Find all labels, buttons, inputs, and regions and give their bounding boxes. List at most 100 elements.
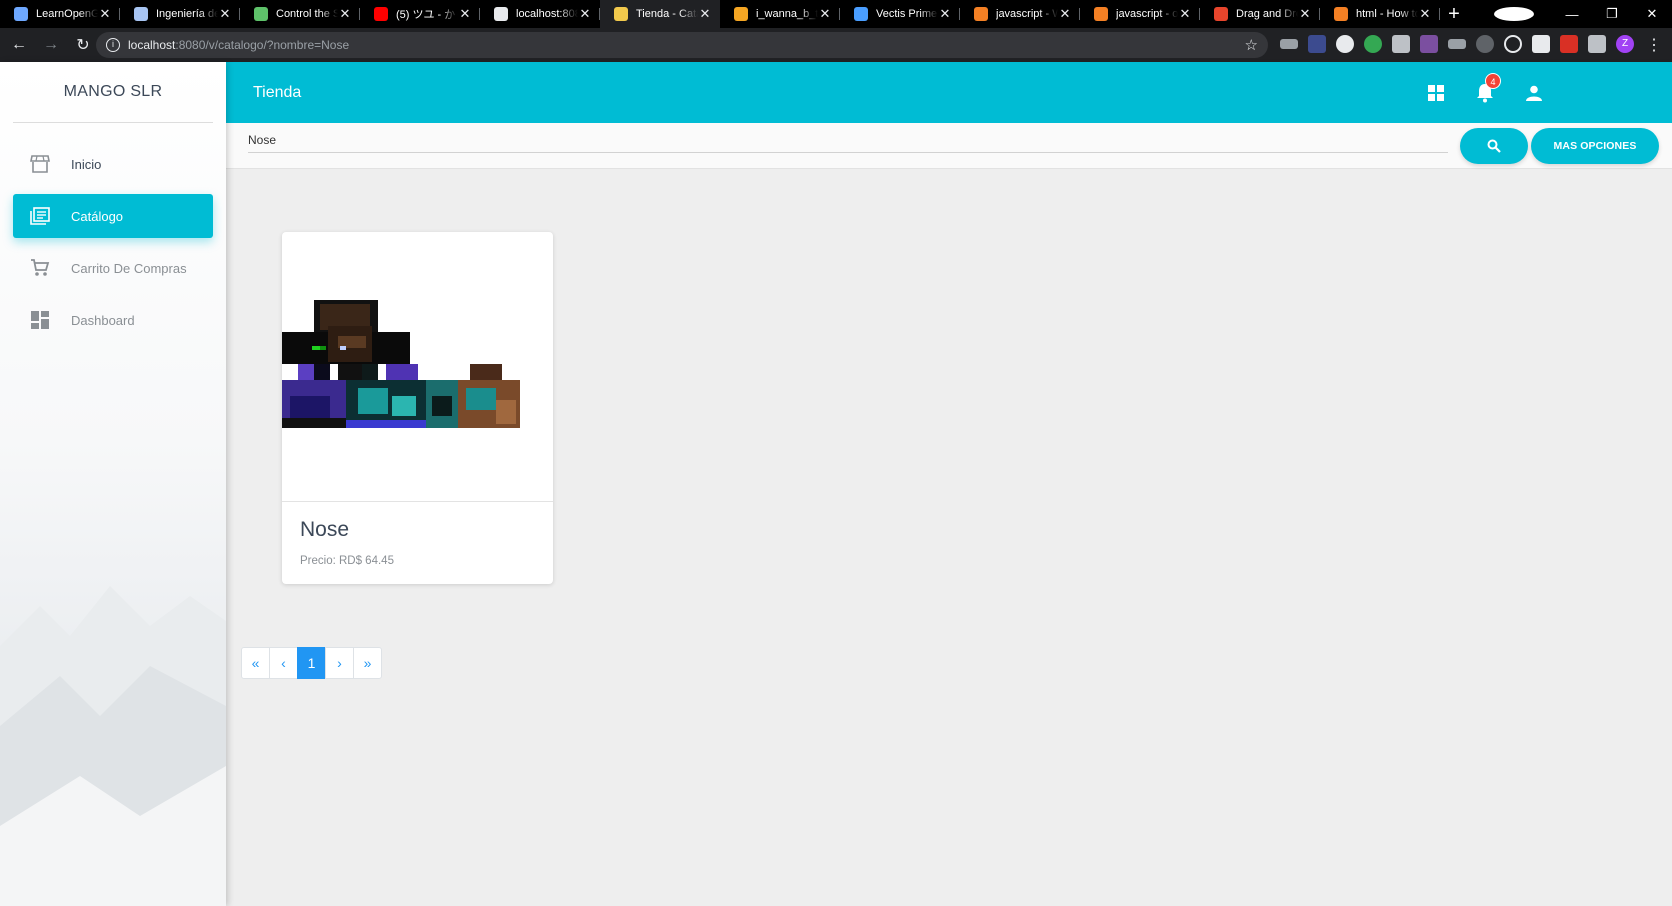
- notifications-bell-icon[interactable]: 4: [1473, 73, 1501, 105]
- camera-extension-icon[interactable]: [1392, 35, 1410, 53]
- tab-favicon-icon: [134, 7, 148, 21]
- pagination-prev-button[interactable]: ‹: [269, 647, 298, 679]
- tab-close-icon[interactable]: ✕: [98, 6, 112, 22]
- sidebar-item-cart[interactable]: Carrito De Compras: [13, 246, 213, 290]
- browser-tab[interactable]: Ingeniería de ✕: [120, 0, 240, 28]
- tab-search-icon[interactable]: [1494, 7, 1534, 21]
- restore-button[interactable]: ❐: [1592, 6, 1632, 22]
- user-account-icon[interactable]: [1522, 81, 1546, 105]
- tab-close-icon[interactable]: ✕: [458, 6, 472, 22]
- github-extension-icon[interactable]: [1504, 35, 1522, 53]
- extension-icon[interactable]: [1448, 39, 1466, 49]
- sidebar-item-store[interactable]: Inicio: [13, 142, 213, 186]
- browser-tab[interactable]: Control the Sc✕: [240, 0, 360, 28]
- tab-close-icon[interactable]: ✕: [1058, 6, 1072, 22]
- search-button[interactable]: [1460, 128, 1528, 164]
- browser-menu-icon[interactable]: ⋮: [1646, 35, 1662, 55]
- tab-favicon-icon: [854, 7, 868, 21]
- browser-tab[interactable]: Tienda - Catá ✕: [600, 0, 720, 28]
- browser-tab[interactable]: localhost:8080✕: [480, 0, 600, 28]
- browser-tab[interactable]: (5) ツユ - かくれ✕: [360, 0, 480, 28]
- address-bar-row: ← → ↻ i localhost:8080/v/catalogo/?nombr…: [0, 28, 1672, 62]
- extension-icon[interactable]: [1476, 35, 1494, 53]
- close-window-button[interactable]: ✕: [1632, 6, 1672, 22]
- new-tab-button[interactable]: +: [1440, 0, 1468, 28]
- store-icon: [29, 153, 51, 175]
- brand-logo[interactable]: MANGO SLR: [0, 62, 226, 122]
- apps-grid-icon[interactable]: [1424, 81, 1448, 105]
- browser-tab[interactable]: Vectis Prime E✕: [840, 0, 960, 28]
- extension-icon[interactable]: [1280, 39, 1298, 49]
- browser-tab[interactable]: javascript - o ✕: [1080, 0, 1200, 28]
- pagination-first-button[interactable]: «: [241, 647, 270, 679]
- pagination-next-button[interactable]: ›: [325, 647, 354, 679]
- browser-tab[interactable]: i_wanna_b_th ✕: [720, 0, 840, 28]
- pagination-last-button[interactable]: »: [353, 647, 382, 679]
- browser-tab[interactable]: javascript - W ✕: [960, 0, 1080, 28]
- tab-close-icon[interactable]: ✕: [938, 6, 952, 22]
- pagination-page-button[interactable]: 1: [297, 647, 326, 679]
- browser-tab[interactable]: Drag and Dro ✕: [1200, 0, 1320, 28]
- extension-icon[interactable]: [1308, 35, 1326, 53]
- search-icon: [1487, 139, 1501, 153]
- tab-favicon-icon: [614, 7, 628, 21]
- page-title: Tienda: [253, 84, 302, 101]
- tab-list: LearnOpenGL✕Ingeniería de✕Control the Sc…: [0, 0, 1440, 28]
- browser-tab[interactable]: html - How to ✕: [1320, 0, 1440, 28]
- minimize-button[interactable]: —: [1552, 7, 1592, 22]
- browser-tab[interactable]: LearnOpenGL✕: [0, 0, 120, 28]
- forward-button[interactable]: →: [38, 36, 64, 54]
- tab-title: localhost:8080: [516, 8, 578, 20]
- tab-favicon-icon: [1094, 7, 1108, 21]
- sidebar-nav: Inicio Catálogo Carrito De Compras Dashboar…: [0, 142, 226, 350]
- tab-close-icon[interactable]: ✕: [1298, 6, 1312, 22]
- dashboard-icon: [29, 309, 51, 331]
- tab-title: Vectis Prime E: [876, 8, 938, 20]
- tab-title: LearnOpenGL: [36, 8, 98, 20]
- tab-favicon-icon: [374, 7, 388, 21]
- extension-icon[interactable]: [1532, 35, 1550, 53]
- tab-close-icon[interactable]: ✕: [338, 6, 352, 22]
- product-card[interactable]: Nose Precio: RD$ 64.45: [282, 232, 553, 584]
- tab-title: i_wanna_b_th: [756, 8, 818, 20]
- url-field[interactable]: i localhost:8080/v/catalogo/?nombre=Nose…: [96, 32, 1268, 58]
- tab-close-icon[interactable]: ✕: [1178, 6, 1192, 22]
- tab-title: Control the Sc: [276, 8, 338, 20]
- extension-icon[interactable]: [1364, 35, 1382, 53]
- tab-close-icon[interactable]: ✕: [818, 6, 832, 22]
- tab-title: Ingeniería de: [156, 8, 218, 20]
- more-options-button[interactable]: MAS OPCIONES: [1531, 128, 1659, 164]
- search-input[interactable]: [248, 127, 1448, 153]
- sidebar: MANGO SLR Inicio Catálogo Carrito De Compr…: [0, 62, 226, 906]
- product-name[interactable]: Nose: [300, 518, 349, 542]
- search-bar: MAS OPCIONES: [226, 123, 1672, 169]
- tab-favicon-icon: [254, 7, 268, 21]
- bookmark-star-icon[interactable]: ☆: [1245, 36, 1258, 54]
- extension-icon[interactable]: [1336, 35, 1354, 53]
- sidebar-item-catalog[interactable]: Catálogo: [13, 194, 213, 238]
- extensions-bar: Z: [1280, 35, 1634, 53]
- sidebar-item-label: Catálogo: [71, 208, 124, 224]
- back-button[interactable]: ←: [6, 36, 32, 54]
- extensions-puzzle-icon[interactable]: [1588, 35, 1606, 53]
- browser-tab-strip: LearnOpenGL✕Ingeniería de✕Control the Sc…: [0, 0, 1672, 28]
- product-price: Precio: RD$ 64.45: [300, 555, 394, 567]
- tab-close-icon[interactable]: ✕: [578, 6, 592, 22]
- app: MANGO SLR Inicio Catálogo Carrito De Compr…: [0, 62, 1672, 906]
- sidebar-item-dashboard[interactable]: Dashboard: [13, 298, 213, 342]
- tab-close-icon[interactable]: ✕: [698, 6, 712, 22]
- tab-favicon-icon: [734, 7, 748, 21]
- cart-icon: [29, 257, 51, 279]
- product-image[interactable]: [282, 232, 553, 502]
- tab-close-icon[interactable]: ✕: [218, 6, 232, 22]
- window-controls: — ❐ ✕: [1494, 0, 1672, 28]
- tab-title: Tienda - Catá: [636, 8, 698, 20]
- tab-favicon-icon: [1334, 7, 1348, 21]
- tab-title: javascript - W: [996, 8, 1058, 20]
- reload-button[interactable]: ↻: [70, 35, 96, 55]
- pdf-extension-icon[interactable]: [1560, 35, 1578, 53]
- tab-close-icon[interactable]: ✕: [1418, 6, 1432, 22]
- extension-icon[interactable]: [1420, 35, 1438, 53]
- site-info-icon[interactable]: i: [106, 38, 120, 52]
- profile-avatar[interactable]: Z: [1616, 35, 1634, 53]
